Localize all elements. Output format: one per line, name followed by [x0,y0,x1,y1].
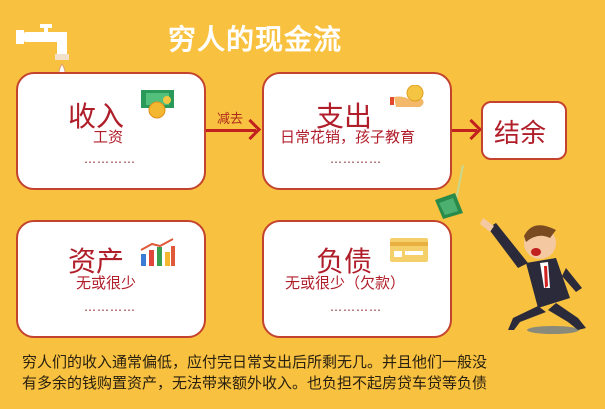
description-line-1: 穷人们的收入通常偏低，应付完日常支出后所剩无几。并且他们一般没 [22,353,488,371]
assets-dots: ………… [84,300,136,314]
liabilities-dots: ………… [330,300,382,314]
arrow-label: 减去 [217,112,244,127]
expense-dots: ………… [330,152,382,166]
expense-sub: 日常花销，孩子教育 [280,128,416,146]
income-sub: 工资 [93,128,124,146]
hand-coin-icon [390,85,424,107]
balance-title: 结余 [494,119,547,149]
assets-sub: 无或很少 [76,274,137,292]
bar-chart-icon [140,238,175,266]
faucet-icon [16,24,69,79]
credit-card-icon [390,238,428,262]
flying-money-icon [435,165,464,219]
arrow-expense-to-balance [452,129,477,132]
arrow-income-to-expense [206,129,256,132]
running-man-illustration [480,218,586,334]
cash-icon [141,90,174,119]
income-dots: ………… [84,152,136,166]
page-title: 穷人的现金流 [168,23,343,56]
liabilities-sub: 无或很少（欠款） [285,274,406,292]
description-line-2: 有多余的钱购置资产，无法带来额外收入。也负担不起房贷车贷等负债 [22,374,488,392]
description: 穷人们的收入通常偏低，应付完日常支出后所剩无几。并且他们一般没 有多余的钱购置资… [22,352,582,394]
